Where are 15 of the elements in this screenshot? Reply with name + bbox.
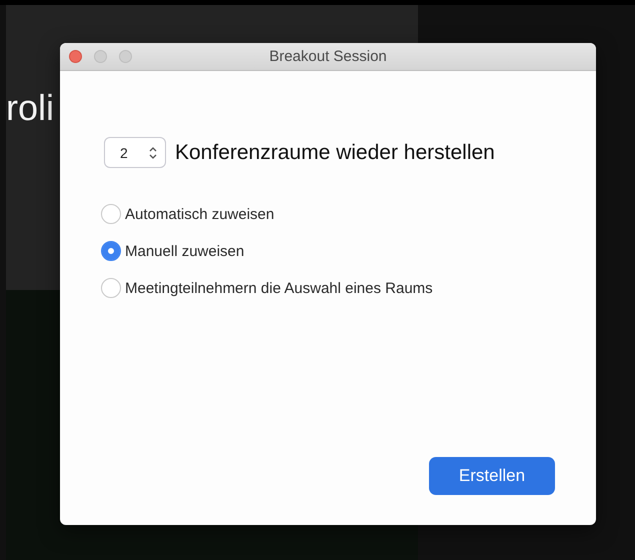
close-button[interactable] [69, 50, 82, 63]
window-title: Breakout Session [269, 48, 387, 65]
room-count-label: Konferenzraume wieder herstellen [175, 140, 495, 164]
radio-button[interactable] [101, 204, 121, 224]
radio-button[interactable] [101, 241, 121, 261]
radio-option[interactable]: Manuell zuweisen [101, 241, 555, 261]
radio-option[interactable]: Meetingteilnehmern die Auswahl eines Raums [101, 278, 555, 298]
room-count-stepper[interactable]: 2 [104, 137, 166, 168]
radio-option[interactable]: Automatisch zuweisen [101, 204, 555, 224]
create-button[interactable]: Erstellen [429, 457, 555, 495]
minimize-button[interactable] [94, 50, 107, 63]
zoom-button[interactable] [119, 50, 132, 63]
stepper-arrows-icon [149, 146, 157, 160]
radio-button[interactable] [101, 278, 121, 298]
participant-name: roli [6, 87, 54, 129]
